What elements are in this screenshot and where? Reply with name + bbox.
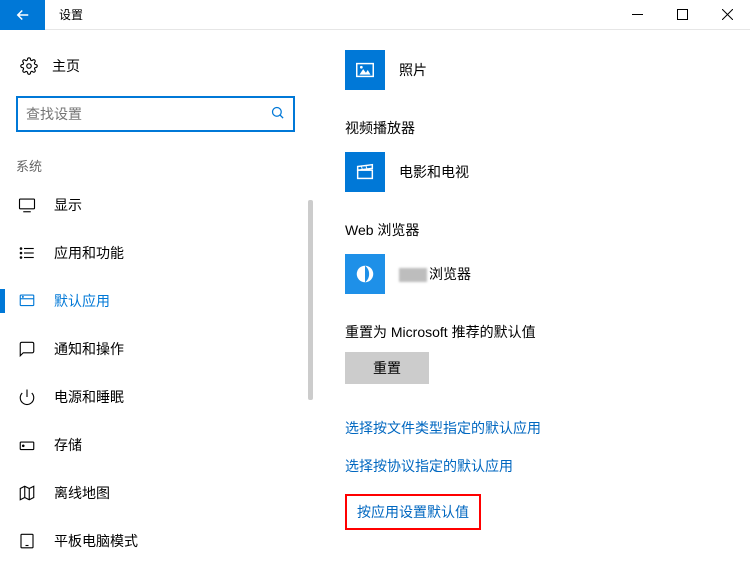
- highlight-annotation: 按应用设置默认值: [345, 494, 481, 530]
- default-apps-icon: [18, 292, 36, 310]
- sidebar-item-offline-maps[interactable]: 离线地图: [12, 469, 315, 517]
- app-label: 电影和电视: [399, 162, 469, 182]
- search-icon: [270, 105, 285, 124]
- link-choose-by-filetype[interactable]: 选择按文件类型指定的默认应用: [345, 418, 730, 438]
- sidebar-item-default-apps[interactable]: 默认应用: [12, 277, 315, 325]
- tablet-icon: [18, 532, 36, 550]
- sidebar-item-storage[interactable]: 存储: [12, 421, 315, 469]
- photos-tile: [345, 50, 385, 90]
- main-panel: 照片 视频播放器 电影和电视 Web 浏览器 浏览器 重置为 Microsoft…: [315, 30, 750, 567]
- sidebar-item-label: 平板电脑模式: [54, 531, 138, 551]
- sidebar-item-label: 存储: [54, 435, 82, 455]
- section-web-browser: Web 浏览器: [345, 220, 730, 240]
- browser-tile: [345, 254, 385, 294]
- movies-icon: [354, 161, 376, 183]
- group-label-system: 系统: [12, 146, 315, 181]
- sidebar-item-label: 默认应用: [54, 291, 110, 311]
- home-link[interactable]: 主页: [12, 46, 315, 86]
- notification-icon: [18, 340, 36, 358]
- section-video-player: 视频播放器: [345, 118, 730, 138]
- home-label: 主页: [52, 56, 80, 76]
- sidebar-item-label: 离线地图: [54, 483, 110, 503]
- sidebar-item-apps[interactable]: 应用和功能: [12, 229, 315, 277]
- arrow-left-icon: [14, 6, 32, 24]
- sidebar-item-label: 通知和操作: [54, 339, 124, 359]
- photos-icon: [354, 59, 376, 81]
- back-button[interactable]: [0, 0, 45, 30]
- sidebar-item-power[interactable]: 电源和睡眠: [12, 373, 315, 421]
- sidebar-item-label: 应用和功能: [54, 243, 124, 263]
- power-icon: [18, 388, 36, 406]
- search-input[interactable]: [26, 106, 270, 122]
- sidebar-item-label: 显示: [54, 195, 82, 215]
- movies-tile: [345, 152, 385, 192]
- sidebar-item-tablet-mode[interactable]: 平板电脑模式: [12, 517, 315, 565]
- app-label: 照片: [399, 60, 427, 80]
- display-icon: [18, 196, 36, 214]
- sidebar-scrollbar[interactable]: [308, 200, 313, 400]
- app-row-photos[interactable]: 照片: [345, 50, 730, 90]
- list-icon: [18, 244, 36, 262]
- sidebar: 主页 系统 显示 应用和功能 默认应用 通知和操作 电源和睡眠: [0, 30, 315, 567]
- link-set-defaults-by-app[interactable]: 按应用设置默认值: [357, 502, 469, 522]
- sidebar-item-label: 电源和睡眠: [54, 387, 124, 407]
- maximize-button[interactable]: [660, 0, 705, 30]
- blurred-text: [399, 268, 427, 282]
- app-row-browser[interactable]: 浏览器: [345, 254, 730, 294]
- sidebar-item-notifications[interactable]: 通知和操作: [12, 325, 315, 373]
- browser-icon: [354, 263, 376, 285]
- reset-button[interactable]: 重置: [345, 352, 429, 384]
- app-label: 浏览器: [399, 264, 471, 284]
- gear-icon: [20, 57, 38, 75]
- map-icon: [18, 484, 36, 502]
- sidebar-item-display[interactable]: 显示: [12, 181, 315, 229]
- minimize-button[interactable]: [615, 0, 660, 30]
- app-row-video[interactable]: 电影和电视: [345, 152, 730, 192]
- titlebar: 设置: [0, 0, 750, 30]
- storage-icon: [18, 436, 36, 454]
- link-choose-by-protocol[interactable]: 选择按协议指定的默认应用: [345, 456, 730, 476]
- search-box[interactable]: [16, 96, 295, 132]
- window-title: 设置: [59, 6, 83, 23]
- close-button[interactable]: [705, 0, 750, 30]
- reset-description: 重置为 Microsoft 推荐的默认值: [345, 322, 730, 342]
